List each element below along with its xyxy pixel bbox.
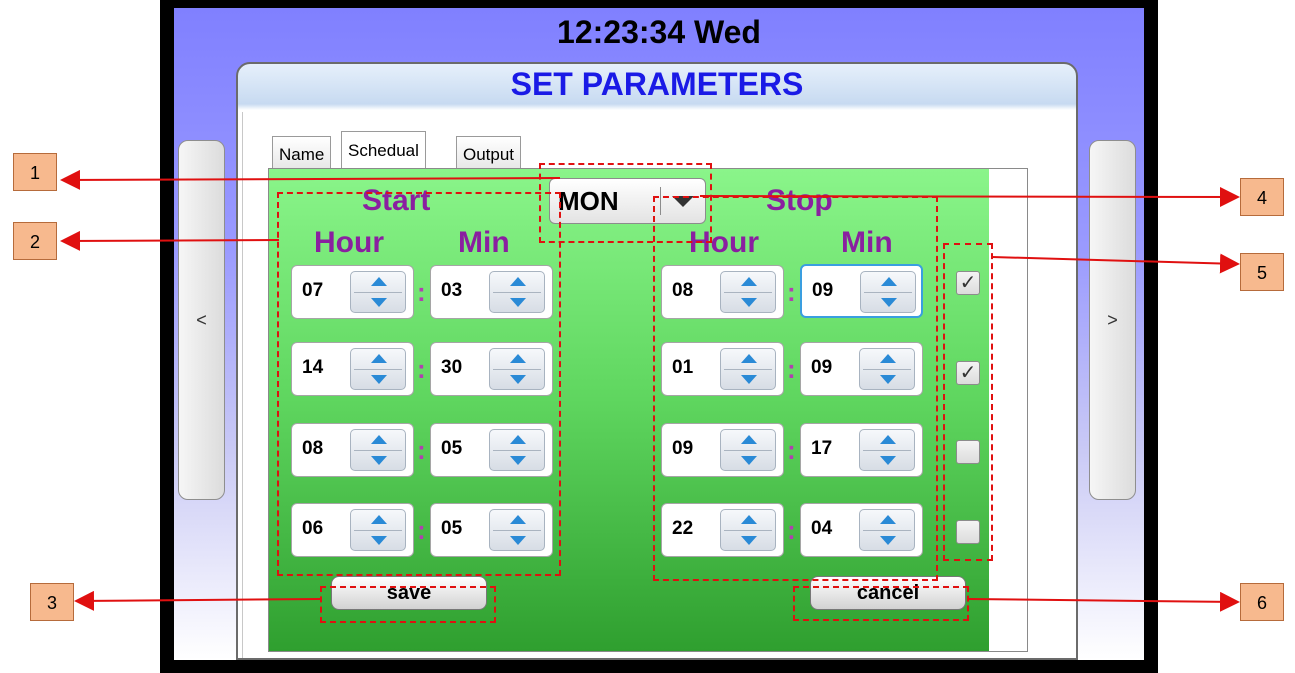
arrow-4 [699, 186, 1240, 207]
arrow-1 [60, 169, 561, 190]
arrow-3 [74, 590, 322, 611]
arrow-5 [991, 253, 1240, 274]
annotation-arrows [60, 169, 1240, 612]
arrow-6 [968, 591, 1240, 612]
arrow-2 [60, 230, 280, 251]
